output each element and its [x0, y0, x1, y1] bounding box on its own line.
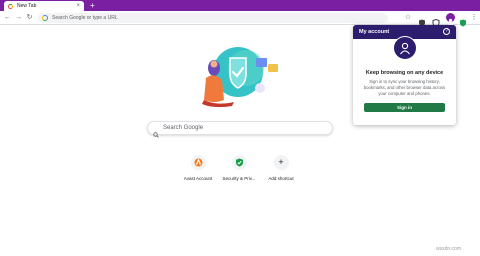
shield-check-icon [231, 155, 247, 170]
shortcut-label: Avast Account [183, 176, 213, 181]
plus-icon: + [273, 155, 289, 170]
omnibox[interactable]: Search Google or type a URL [38, 13, 388, 23]
popup-description: Sign in to sync your browsing history, b… [363, 79, 446, 96]
shortcut-label: Add shortcut [268, 176, 294, 181]
search-icon [153, 125, 159, 138]
profile-avatar-button[interactable] [446, 13, 455, 25]
bookmark-star-icon[interactable]: ☆ [404, 14, 412, 22]
security-extension-icon[interactable] [459, 14, 467, 27]
avast-shield-icon[interactable] [418, 14, 426, 27]
forward-button[interactable]: → [14, 13, 23, 22]
tab-strip: New Tab × + [0, 0, 480, 11]
reload-button[interactable]: ↻ [25, 13, 34, 22]
menu-icon[interactable]: ⋮ [470, 14, 478, 22]
shortcut-avast-account[interactable]: Avast Account [178, 155, 218, 181]
new-tab-button[interactable]: + [90, 0, 95, 11]
google-icon [42, 15, 48, 21]
privacy-shield-icon[interactable] [432, 14, 440, 28]
watermark: wsxdn.com [436, 246, 462, 252]
tab-close-icon[interactable]: × [76, 2, 80, 10]
shortcut-label: Security & Priv... [222, 176, 256, 181]
popup-heading: Keep browsing on any device [365, 70, 444, 76]
toolbar: ← → ↻ Search Google or type a URL ☆ ⋮ [0, 11, 480, 28]
chrome-favicon-icon [8, 3, 13, 9]
tab-title: New Tab [17, 3, 37, 9]
search-placeholder: Search Google [163, 125, 204, 131]
hero-illustration [190, 44, 290, 110]
google-search-box[interactable]: Search Google [147, 121, 333, 138]
popup-title: My account [359, 29, 390, 35]
back-button[interactable]: ← [3, 13, 12, 22]
account-popup: My account ? Keep browsing on any device… [353, 25, 456, 125]
help-icon[interactable]: ? [443, 28, 450, 35]
user-avatar-icon [393, 36, 417, 60]
shortcut-security-privacy[interactable]: Security & Priv... [219, 155, 259, 181]
sign-in-button[interactable]: Sign in [364, 103, 445, 112]
shortcut-add[interactable]: + Add shortcut [261, 155, 301, 181]
tab-new-tab[interactable]: New Tab × [4, 1, 84, 11]
omnibox-placeholder: Search Google or type a URL [52, 15, 118, 21]
avast-icon [190, 155, 206, 170]
